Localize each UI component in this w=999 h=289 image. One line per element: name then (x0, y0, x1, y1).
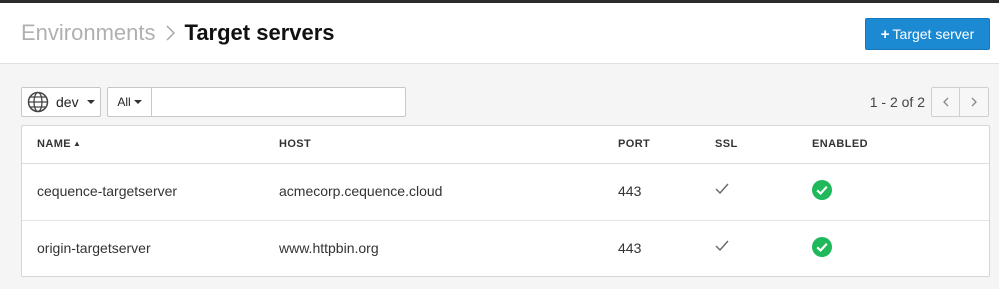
next-page-button[interactable] (960, 87, 989, 117)
check-circle-icon (812, 237, 832, 260)
column-header-ssl[interactable]: SSL (715, 138, 738, 150)
environment-select[interactable]: dev (21, 87, 101, 117)
add-target-server-button[interactable]: + Target server (865, 18, 990, 50)
globe-icon (27, 91, 49, 113)
table-header: NAME ▲ HOST PORT SSL ENABLED (22, 126, 989, 164)
filter-input[interactable] (152, 87, 406, 117)
checkmark-icon (715, 182, 729, 198)
column-header-host[interactable]: HOST (279, 138, 311, 150)
filter-type-value: All (117, 95, 131, 109)
filter-group: All (107, 87, 406, 117)
pagination: 1 - 2 of 2 (870, 87, 989, 117)
filter-type-dropdown[interactable]: All (107, 87, 152, 117)
table-row[interactable]: origin-targetserver www.httpbin.org 443 (22, 221, 989, 277)
breadcrumb-environments-link[interactable]: Environments (21, 20, 156, 46)
target-server-host: acmecorp.cequence.cloud (279, 183, 443, 199)
environment-value: dev (56, 94, 79, 110)
column-header-port[interactable]: PORT (618, 138, 650, 150)
sort-ascending-icon: ▲ (73, 139, 82, 148)
target-server-host: www.httpbin.org (279, 240, 379, 256)
target-server-name[interactable]: cequence-targetserver (37, 183, 177, 199)
column-header-name[interactable]: NAME ▲ (37, 138, 81, 150)
target-server-port: 443 (618, 183, 642, 199)
chevron-down-icon (133, 100, 142, 104)
target-servers-table: NAME ▲ HOST PORT SSL ENABLED cequence-tar… (21, 125, 990, 277)
page-info: 1 - 2 of 2 (869, 94, 925, 110)
column-header-enabled[interactable]: ENABLED (812, 138, 868, 150)
chevron-right-icon (971, 97, 977, 107)
page-header: Environments Target servers + Target ser… (0, 3, 999, 64)
page-title: Target servers (184, 20, 335, 45)
toolbar: dev All 1 - 2 of 2 (0, 64, 999, 124)
chevron-right-icon (165, 25, 175, 41)
breadcrumb: Environments Target servers (21, 20, 335, 46)
add-target-server-label: Target server (892, 26, 975, 42)
plus-icon: + (880, 25, 890, 43)
check-circle-icon (812, 180, 832, 203)
checkmark-icon (715, 239, 729, 255)
target-server-name[interactable]: origin-targetserver (37, 240, 151, 256)
previous-page-button[interactable] (931, 87, 960, 117)
chevron-down-icon (86, 100, 95, 104)
column-header-name-label: NAME (37, 138, 71, 150)
chevron-left-icon (942, 97, 948, 107)
table-row[interactable]: cequence-targetserver acmecorp.cequence.… (22, 164, 989, 221)
target-server-port: 443 (618, 240, 642, 256)
